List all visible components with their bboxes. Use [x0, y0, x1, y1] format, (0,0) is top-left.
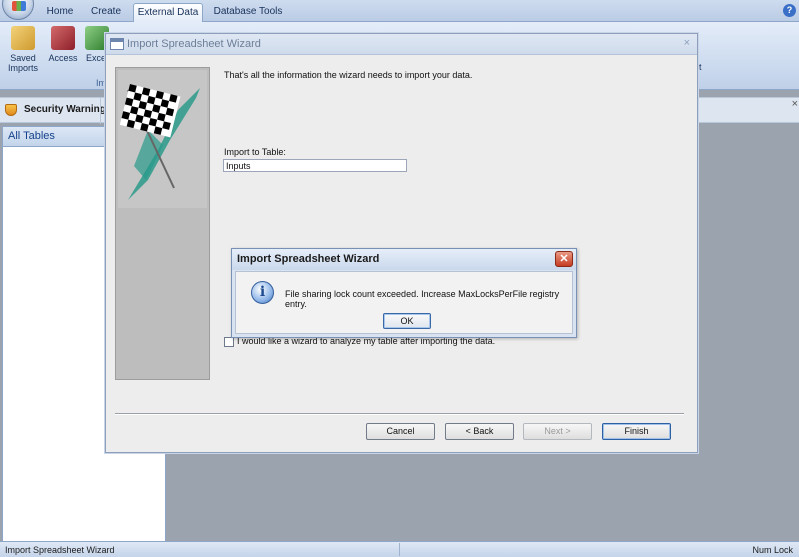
- cancel-button[interactable]: Cancel: [366, 423, 435, 440]
- ribbon-tab-bar: Home Create External Data Database Tools…: [0, 0, 799, 22]
- next-button: Next >: [523, 423, 592, 440]
- security-warning-label: Security Warning: [24, 104, 106, 115]
- finish-button[interactable]: Finish: [602, 423, 671, 440]
- shield-warning-icon: [5, 104, 17, 116]
- import-to-table-input[interactable]: [223, 159, 407, 172]
- close-icon[interactable]: ×: [792, 98, 798, 110]
- ok-button[interactable]: OK: [383, 313, 431, 329]
- close-icon[interactable]: ×: [684, 37, 690, 49]
- wizard-title: Import Spreadsheet Wizard: [127, 38, 261, 50]
- access-label: Access: [48, 53, 78, 63]
- office-button[interactable]: [2, 0, 34, 20]
- num-lock-indicator: Num Lock: [752, 545, 793, 555]
- status-bar: Import Spreadsheet Wizard Num Lock: [0, 541, 799, 557]
- checkered-flag-icon: [119, 84, 200, 200]
- back-button[interactable]: < Back: [445, 423, 514, 440]
- tab-database-tools[interactable]: Database Tools: [208, 3, 288, 22]
- checkered-flag-image: [118, 70, 207, 208]
- access-import-button[interactable]: Access: [44, 26, 82, 63]
- analyze-table-checkbox[interactable]: [224, 337, 234, 347]
- lock-count-dialog: Import Spreadsheet Wizard ✕ i File shari…: [231, 248, 577, 338]
- wizard-title-bar[interactable]: Import Spreadsheet Wizard ×: [106, 34, 697, 55]
- wizard-separator: [115, 413, 684, 415]
- status-text: Import Spreadsheet Wizard: [5, 545, 115, 555]
- dialog-message: File sharing lock count exceeded. Increa…: [285, 289, 560, 309]
- dialog-body: i File sharing lock count exceeded. Incr…: [235, 271, 573, 334]
- import-wizard-window: Import Spreadsheet Wizard × That's all t…: [105, 33, 698, 453]
- status-divider: [399, 543, 400, 556]
- dialog-title-bar[interactable]: Import Spreadsheet Wizard ✕: [232, 249, 576, 270]
- tab-create[interactable]: Create: [84, 3, 128, 22]
- access-icon: [51, 26, 75, 50]
- saved-imports-button[interactable]: Saved Imports: [4, 26, 42, 73]
- tab-home[interactable]: Home: [40, 3, 80, 22]
- tab-external-data[interactable]: External Data: [133, 3, 203, 22]
- security-bar-divider: [100, 98, 101, 124]
- wizard-message: That's all the information the wizard ne…: [224, 70, 473, 80]
- dialog-title: Import Spreadsheet Wizard: [237, 253, 380, 265]
- wizard-side-panel: [115, 67, 210, 380]
- help-icon[interactable]: ?: [783, 4, 796, 17]
- close-icon[interactable]: ✕: [555, 251, 573, 267]
- office-logo-icon: [12, 1, 26, 11]
- window-icon: [110, 38, 124, 50]
- info-icon: i: [251, 281, 274, 304]
- import-to-table-label: Import to Table:: [224, 147, 286, 157]
- saved-imports-label: Saved Imports: [7, 53, 38, 73]
- saved-imports-icon: [11, 26, 35, 50]
